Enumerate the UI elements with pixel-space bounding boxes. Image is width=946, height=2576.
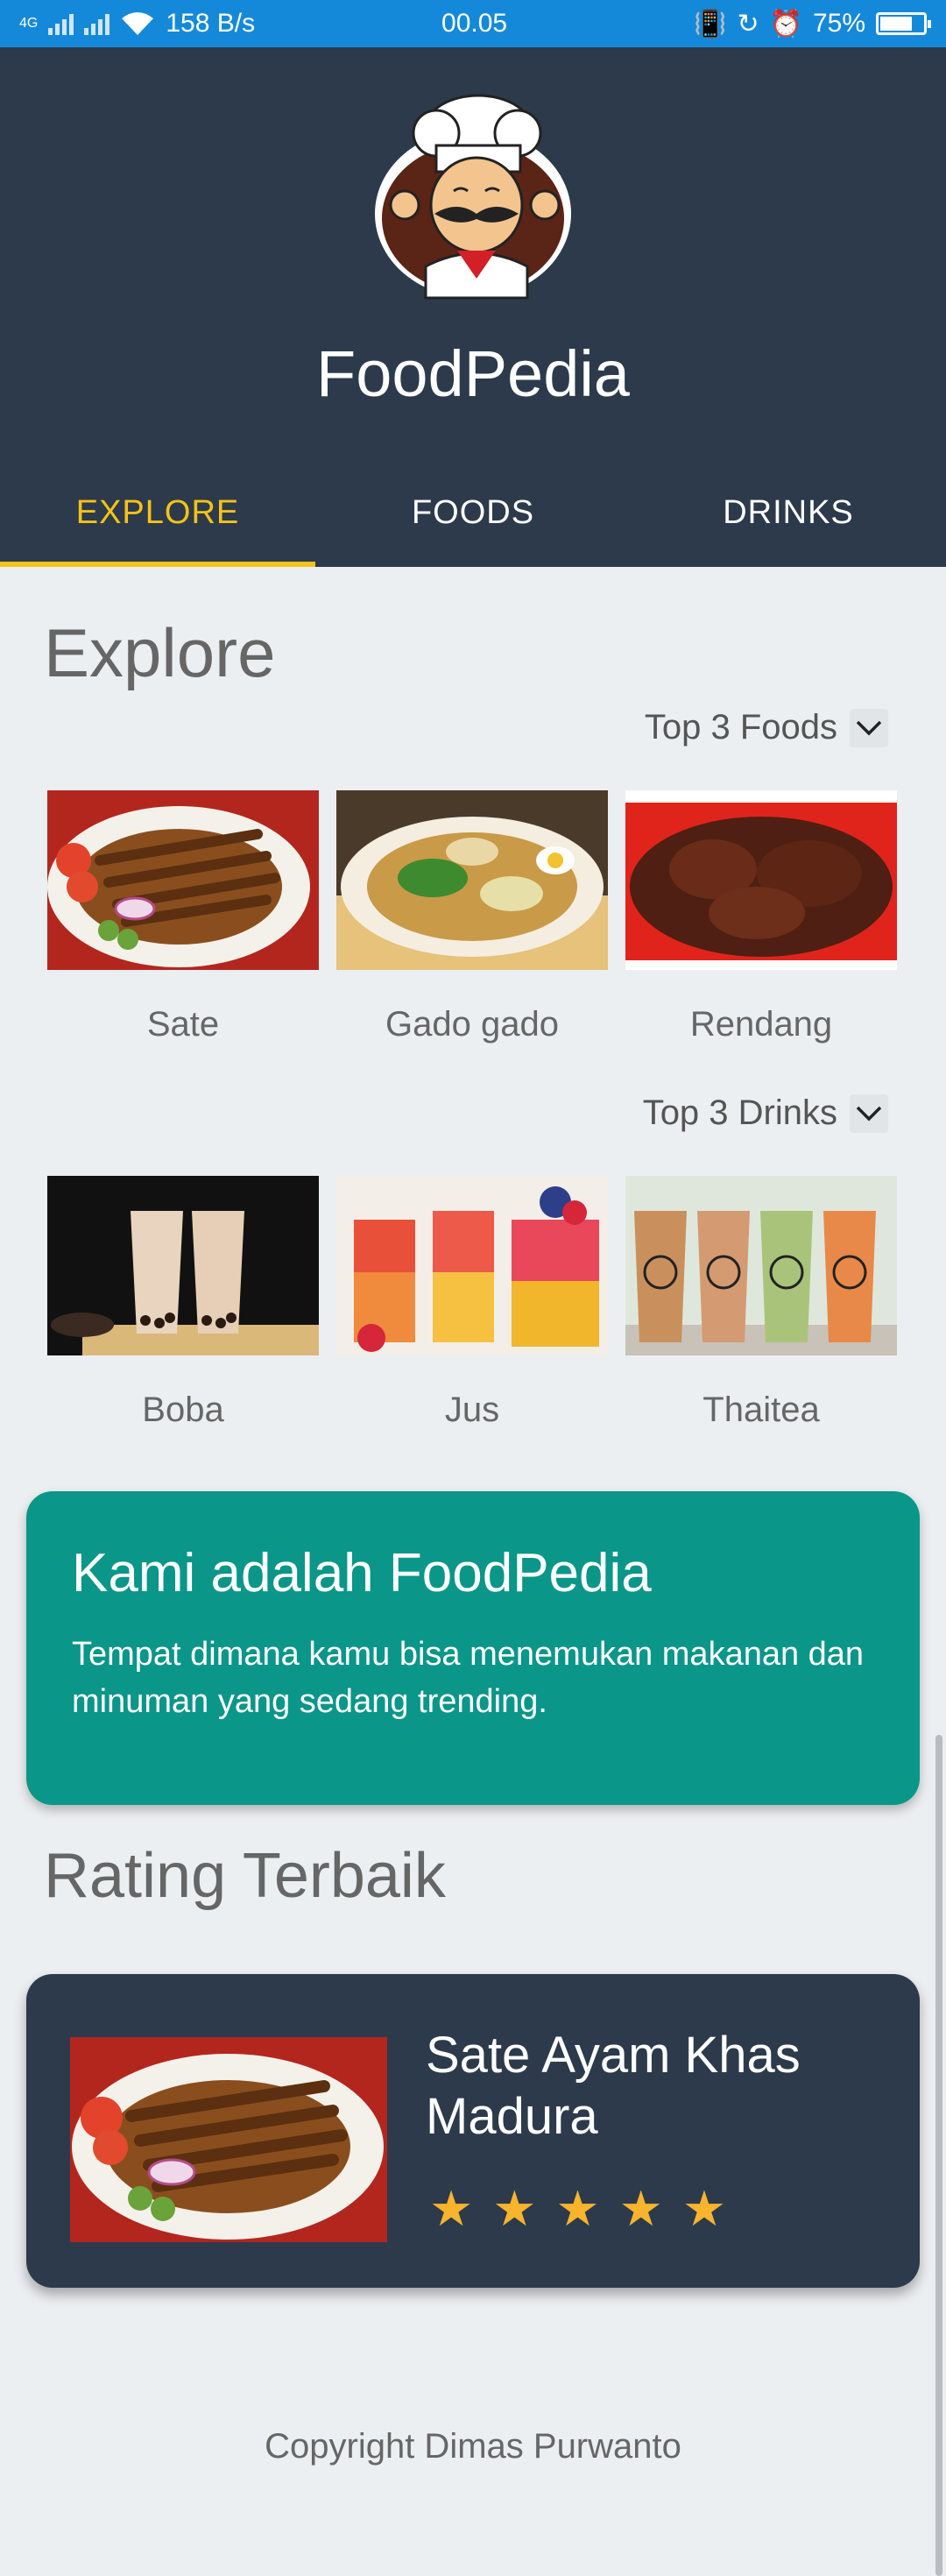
network-type: 4G	[19, 16, 39, 31]
chevron-down-icon	[850, 708, 888, 747]
tab-bar: EXPLORE FOODS DRINKS	[0, 459, 946, 567]
scrollbar[interactable]	[935, 1735, 942, 2576]
food-card-sate[interactable]: Sate	[47, 790, 319, 1044]
food-label: Rendang	[689, 1005, 833, 1044]
vibrate-icon: 📳	[694, 9, 727, 39]
drink-card-jus[interactable]: Jus	[336, 1176, 608, 1430]
food-card-gado-gado[interactable]: Gado gado	[336, 790, 608, 1044]
drink-card-boba[interactable]: Boba	[47, 1176, 319, 1430]
drink-label: Jus	[444, 1391, 500, 1429]
lock-rotation-icon: ↻	[737, 9, 759, 39]
boba-image	[47, 1176, 319, 1355]
status-right: 📳 ↻ ⏰ 75%	[694, 9, 931, 39]
copyright-text: Copyright Dimas Purwanto	[265, 2427, 681, 2466]
network-speed: 158 B/s	[166, 9, 256, 38]
star-icon: ★	[681, 2181, 727, 2236]
status-time: 00.05	[441, 9, 508, 38]
drinks-grid: Boba Jus Thaitea	[47, 1176, 897, 1430]
drink-label: Boba	[142, 1391, 224, 1429]
battery-text: 75%	[812, 9, 865, 38]
status-bar: 4G 158 B/s 00.05 📳 ↻ ⏰ 75%	[0, 0, 946, 47]
tab-explore[interactable]: EXPLORE	[0, 459, 315, 567]
status-left: 4G 158 B/s	[19, 9, 255, 39]
chef-logo	[375, 94, 571, 300]
tab-drinks[interactable]: DRINKS	[631, 459, 946, 567]
about-text: Tempat dimana kamu bisa menemukan makana…	[72, 1636, 865, 1720]
star-icon: ★	[492, 2181, 537, 2236]
rendang-image	[625, 790, 897, 970]
wifi-icon	[122, 12, 154, 35]
food-card-rendang[interactable]: Rendang	[625, 790, 897, 1044]
sate-image	[47, 790, 319, 970]
food-label: Gado gado	[385, 1005, 559, 1044]
signal-icon-2	[84, 12, 110, 35]
top-foods-label: Top 3 Foods	[644, 708, 837, 747]
battery-icon	[876, 12, 931, 35]
top-drinks-label: Top 3 Drinks	[642, 1093, 837, 1132]
chevron-down-icon	[850, 1093, 888, 1133]
jus-image	[336, 1176, 608, 1355]
star-icon: ★	[555, 2181, 600, 2236]
app-title: FoodPedia	[316, 337, 630, 410]
star-icon: ★	[429, 2181, 474, 2236]
thaitea-image	[625, 1176, 897, 1355]
food-label: Sate	[146, 1005, 220, 1044]
signal-icon	[48, 12, 74, 35]
tab-foods[interactable]: FOODS	[315, 459, 631, 567]
gado-gado-image	[336, 790, 608, 970]
app-header: FoodPedia EXPLORE FOODS DRINKS	[0, 47, 946, 567]
foods-grid: Sate Gado gado Rendang	[47, 790, 897, 1044]
top-foods-dropdown[interactable]: Top 3 Foods	[645, 708, 888, 747]
top-drinks-dropdown[interactable]: Top 3 Drinks	[643, 1093, 888, 1133]
explore-title: Explore	[44, 614, 276, 691]
drink-label: Thaitea	[702, 1391, 820, 1429]
alarm-icon: ⏰	[769, 9, 802, 39]
star-rating: ★ ★ ★ ★ ★	[429, 2184, 726, 2233]
sate-ayam-image	[70, 2037, 387, 2242]
about-title: Kami adalah FoodPedia	[72, 1543, 652, 1603]
rating-title: Rating Terbaik	[44, 1841, 446, 1911]
about-card: Kami adalah FoodPedia Tempat dimana kamu…	[26, 1491, 920, 1805]
star-icon: ★	[618, 2181, 663, 2236]
rating-card[interactable]: Sate Ayam Khas Madura ★ ★ ★ ★ ★	[26, 1974, 920, 2288]
rating-item-name: Sate Ayam Khas Madura	[426, 2027, 801, 2145]
drink-card-thaitea[interactable]: Thaitea	[625, 1176, 897, 1430]
